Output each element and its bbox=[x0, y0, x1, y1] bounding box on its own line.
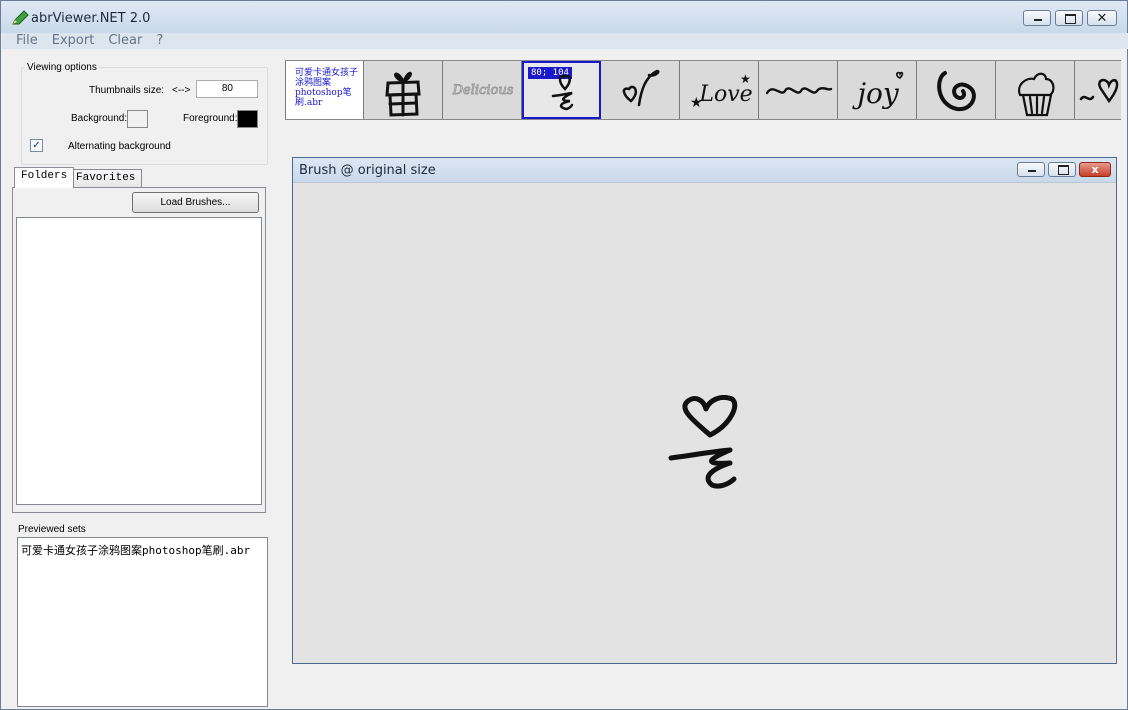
menu-bar: File Export Clear ? bbox=[2, 33, 1128, 49]
window-title: abrViewer.NET 2.0 bbox=[31, 11, 151, 26]
heart-swirl-icon bbox=[622, 69, 660, 107]
main-window: abrViewer.NET 2.0 ✕ File Export Clear ? … bbox=[0, 0, 1128, 710]
thumb-spiral[interactable] bbox=[917, 61, 996, 119]
brush-preview-window: Brush @ original size x bbox=[292, 157, 1117, 664]
wave-heart-icon bbox=[1079, 78, 1119, 104]
resize-arrows-label: <--> bbox=[172, 85, 191, 96]
thumb-gift-box[interactable] bbox=[364, 61, 443, 119]
gift-box-icon bbox=[385, 71, 421, 117]
folder-list[interactable] bbox=[16, 217, 262, 505]
brush-preview-title: Brush @ original size bbox=[299, 163, 436, 178]
menu-clear[interactable]: Clear bbox=[108, 33, 142, 49]
thumb-heart-swirl[interactable] bbox=[601, 61, 680, 119]
heart-squiggle-brush-icon bbox=[668, 395, 738, 489]
preview-minimize-button[interactable] bbox=[1017, 162, 1045, 177]
thumb-cupcake[interactable] bbox=[996, 61, 1075, 119]
minimize-icon bbox=[1024, 11, 1050, 25]
pencil-icon bbox=[12, 10, 29, 25]
viewing-options-title: Viewing options bbox=[25, 62, 99, 73]
brush-thumbnail-strip[interactable]: 可爱卡通女孩子涂鸦图案photoshop笔刷.abr Delicious 80;… bbox=[285, 60, 1121, 120]
previewed-sets-list[interactable]: 可爱卡通女孩子涂鸦图案photoshop笔刷.abr bbox=[17, 537, 268, 707]
previewed-sets-label: Previewed sets bbox=[18, 524, 86, 535]
thumb-loops[interactable] bbox=[759, 61, 838, 119]
close-icon: x bbox=[1091, 163, 1099, 176]
thumb-wave-heart[interactable] bbox=[1075, 61, 1121, 119]
list-item[interactable]: 可爱卡通女孩子涂鸦图案photoshop笔刷.abr bbox=[21, 542, 250, 558]
thumbnail-size-label: Thumbnails size: bbox=[89, 85, 165, 96]
maximize-icon bbox=[1056, 11, 1082, 25]
alternating-background-label: Alternating background bbox=[68, 141, 171, 152]
close-icon: ✕ bbox=[1096, 10, 1108, 25]
love-text-icon: Love ★ ★ bbox=[690, 72, 753, 110]
thumb-joy-text[interactable]: joy bbox=[838, 61, 917, 119]
background-label: Background: bbox=[71, 113, 128, 124]
svg-text:★: ★ bbox=[690, 94, 703, 110]
menu-export[interactable]: Export bbox=[52, 33, 95, 49]
thumb-heart-squiggle[interactable]: 80; 104 bbox=[522, 61, 601, 119]
load-brushes-button[interactable]: Load Brushes... bbox=[132, 192, 259, 213]
delicious-text-icon: Delicious bbox=[451, 83, 514, 99]
tab-folders[interactable]: Folders bbox=[14, 167, 75, 188]
brush-preview-canvas bbox=[293, 182, 1116, 663]
spiral-icon bbox=[937, 71, 976, 112]
cupcake-icon bbox=[1018, 72, 1055, 117]
foreground-label: Foreground: bbox=[183, 113, 238, 124]
foreground-color-swatch[interactable] bbox=[237, 110, 258, 128]
thumb-delicious[interactable]: Delicious bbox=[443, 61, 522, 119]
loops-icon bbox=[765, 87, 833, 95]
svg-text:Delicious: Delicious bbox=[452, 83, 514, 98]
svg-text:★: ★ bbox=[740, 72, 751, 86]
brush-preview-title-bar[interactable]: Brush @ original size x bbox=[293, 158, 1116, 182]
menu-help[interactable]: ? bbox=[156, 33, 163, 49]
thumb-set-title[interactable]: 可爱卡通女孩子涂鸦图案photoshop笔刷.abr bbox=[285, 61, 364, 119]
preview-close-button[interactable]: x bbox=[1079, 162, 1111, 177]
heart-squiggle-icon bbox=[551, 74, 574, 111]
thumb-love-text[interactable]: Love ★ ★ bbox=[680, 61, 759, 119]
title-bar[interactable]: abrViewer.NET 2.0 ✕ bbox=[1, 1, 1127, 33]
thumbnail-size-input[interactable]: 80 bbox=[196, 80, 258, 98]
maximize-button[interactable] bbox=[1055, 10, 1083, 26]
preview-maximize-button[interactable] bbox=[1048, 162, 1076, 177]
menu-file[interactable]: File bbox=[16, 33, 38, 49]
set-title-text: 可爱卡通女孩子涂鸦图案photoshop笔刷.abr bbox=[295, 68, 359, 108]
close-button[interactable]: ✕ bbox=[1087, 10, 1117, 26]
joy-text-icon: joy bbox=[851, 71, 904, 110]
background-color-swatch[interactable] bbox=[127, 110, 148, 128]
alternating-background-checkbox[interactable]: ✓ bbox=[30, 139, 43, 152]
tab-favorites[interactable]: Favorites bbox=[69, 169, 143, 187]
svg-text:joy: joy bbox=[851, 77, 900, 110]
minimize-button[interactable] bbox=[1023, 10, 1051, 26]
